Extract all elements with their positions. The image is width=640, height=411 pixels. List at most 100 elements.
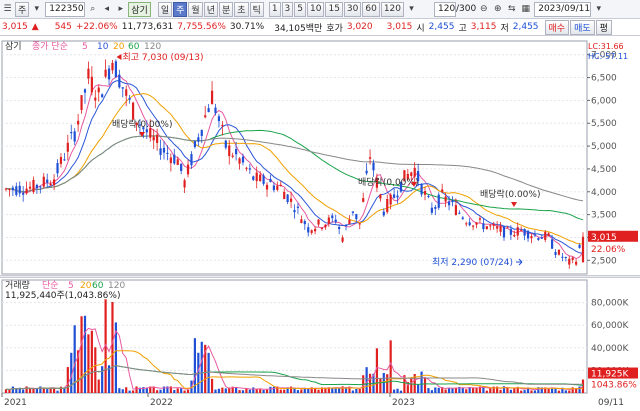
candle-body — [338, 226, 341, 230]
scroll-icon[interactable]: ⇆ — [505, 2, 518, 17]
candle-body — [314, 228, 317, 232]
volume: 11,773,631 — [121, 22, 174, 32]
calendar-icon[interactable]: ▦ — [519, 2, 532, 17]
period-button[interactable]: 초 — [234, 1, 249, 17]
candle-body — [561, 256, 564, 258]
candle-body — [231, 155, 234, 157]
price-panel-frame — [1, 40, 588, 275]
candle-body — [526, 230, 530, 239]
volume-bar — [509, 389, 512, 393]
volume-bar — [568, 390, 571, 393]
period-button[interactable]: 일 — [157, 1, 173, 17]
volume-bar — [571, 387, 574, 393]
candle-body — [458, 212, 461, 214]
candle-body — [475, 222, 478, 225]
candle-body — [235, 149, 238, 155]
volume-bar — [217, 388, 221, 393]
volume-bar — [128, 390, 131, 393]
volume-legend-ma-period: 120 — [108, 281, 125, 291]
volume-bar — [296, 390, 300, 393]
candle-body — [320, 228, 324, 230]
prev-stock-icon[interactable]: ◂ — [100, 2, 113, 17]
zoom-out-icon[interactable]: ⊖ — [477, 2, 490, 17]
bar-count-input[interactable]: 120 — [434, 1, 457, 17]
interval-button[interactable]: 15 — [325, 1, 343, 17]
chevron-down-icon[interactable]: ▾ — [592, 2, 605, 17]
chevron-down-icon[interactable]: ▾ — [405, 2, 418, 17]
volume-bar — [238, 390, 241, 393]
candle-body — [413, 167, 416, 177]
candle-body — [111, 62, 114, 71]
turnover: 30.71% — [229, 22, 265, 32]
volume-bar — [66, 367, 69, 393]
candle-body — [217, 116, 221, 122]
volume-bar — [265, 389, 269, 393]
volume-bar — [386, 374, 389, 393]
stock-chart[interactable]: 7,0006,5006,0005,5005,0004,5004,0003,500… — [0, 37, 640, 411]
candle-body — [496, 226, 499, 229]
candle-body — [162, 147, 166, 153]
interval-button[interactable]: 3 — [281, 1, 294, 17]
interval-button[interactable]: 10 — [307, 1, 325, 17]
volume-bar — [101, 366, 104, 393]
mode-select[interactable]: 주 — [15, 1, 30, 17]
panel-divider[interactable] — [0, 275, 640, 278]
chevron-down-icon[interactable]: ▾ — [30, 2, 43, 17]
search-icon[interactable]: ⌕ — [86, 2, 99, 17]
candle-body — [296, 206, 300, 208]
volume-bar — [272, 386, 275, 393]
candle-body — [114, 61, 118, 78]
volume-bar — [410, 378, 413, 393]
volume-legend-ma-period: 5 — [68, 281, 74, 291]
volume-bar — [159, 389, 162, 393]
candle-body — [204, 115, 207, 118]
period-button[interactable]: 틱 — [249, 1, 264, 17]
candle-body — [544, 231, 547, 240]
period-button[interactable]: 분 — [218, 1, 234, 17]
volume-bar — [131, 390, 135, 393]
candle-body — [465, 223, 468, 225]
interval-button[interactable]: 30 — [343, 1, 362, 17]
date-input[interactable]: 2023/09/11 — [534, 1, 592, 17]
volume-bar — [396, 388, 399, 393]
volume-bar — [399, 390, 403, 393]
open-label: 시 — [416, 23, 425, 34]
stock-name-button[interactable]: 삼기 — [128, 1, 151, 17]
sell-button[interactable]: 매도 — [570, 19, 595, 35]
volume-bar — [83, 315, 87, 393]
period-button[interactable]: 년 — [203, 1, 218, 17]
buy-button[interactable]: 매수 — [544, 19, 570, 35]
menu-icon[interactable]: ☰ — [1, 2, 14, 17]
volume-bar — [437, 387, 440, 393]
price-legend-ma-period: 120 — [144, 42, 161, 52]
volume-bar — [241, 390, 245, 393]
volume-axis-label: 60,000K — [591, 321, 629, 331]
period-button[interactable]: 주 — [173, 1, 188, 17]
volume-bar — [56, 390, 59, 393]
volume-bar — [382, 372, 385, 393]
flat-button[interactable]: 평 — [595, 19, 612, 35]
candle-body — [423, 191, 427, 195]
candle-body — [575, 261, 578, 265]
hc-label: HC:-57.11 — [588, 52, 628, 61]
interval-button[interactable]: 5 — [294, 1, 307, 17]
candle-body — [437, 194, 440, 208]
volume-bar — [87, 334, 90, 393]
volume-bar — [221, 387, 224, 393]
period-button[interactable]: 월 — [188, 1, 203, 17]
volume-legend-ma-period: 60 — [92, 281, 104, 291]
zoom-in-icon[interactable]: ⊕ — [491, 2, 504, 17]
volume-bar — [97, 379, 100, 393]
volume-bar — [183, 390, 186, 393]
x-axis-label: 2021 — [4, 398, 27, 408]
next-stock-icon[interactable]: ▸ — [114, 2, 127, 17]
candle-body — [152, 136, 155, 141]
stock-code-input[interactable]: 122350 — [45, 1, 86, 17]
interval-button[interactable]: 60 — [362, 1, 380, 17]
candle-body — [39, 186, 42, 188]
interval-button[interactable]: 120 — [380, 1, 405, 17]
interval-button[interactable]: 1 — [268, 1, 281, 17]
candle-body — [324, 224, 327, 228]
candle-body — [396, 195, 399, 198]
candle-body — [334, 219, 337, 223]
